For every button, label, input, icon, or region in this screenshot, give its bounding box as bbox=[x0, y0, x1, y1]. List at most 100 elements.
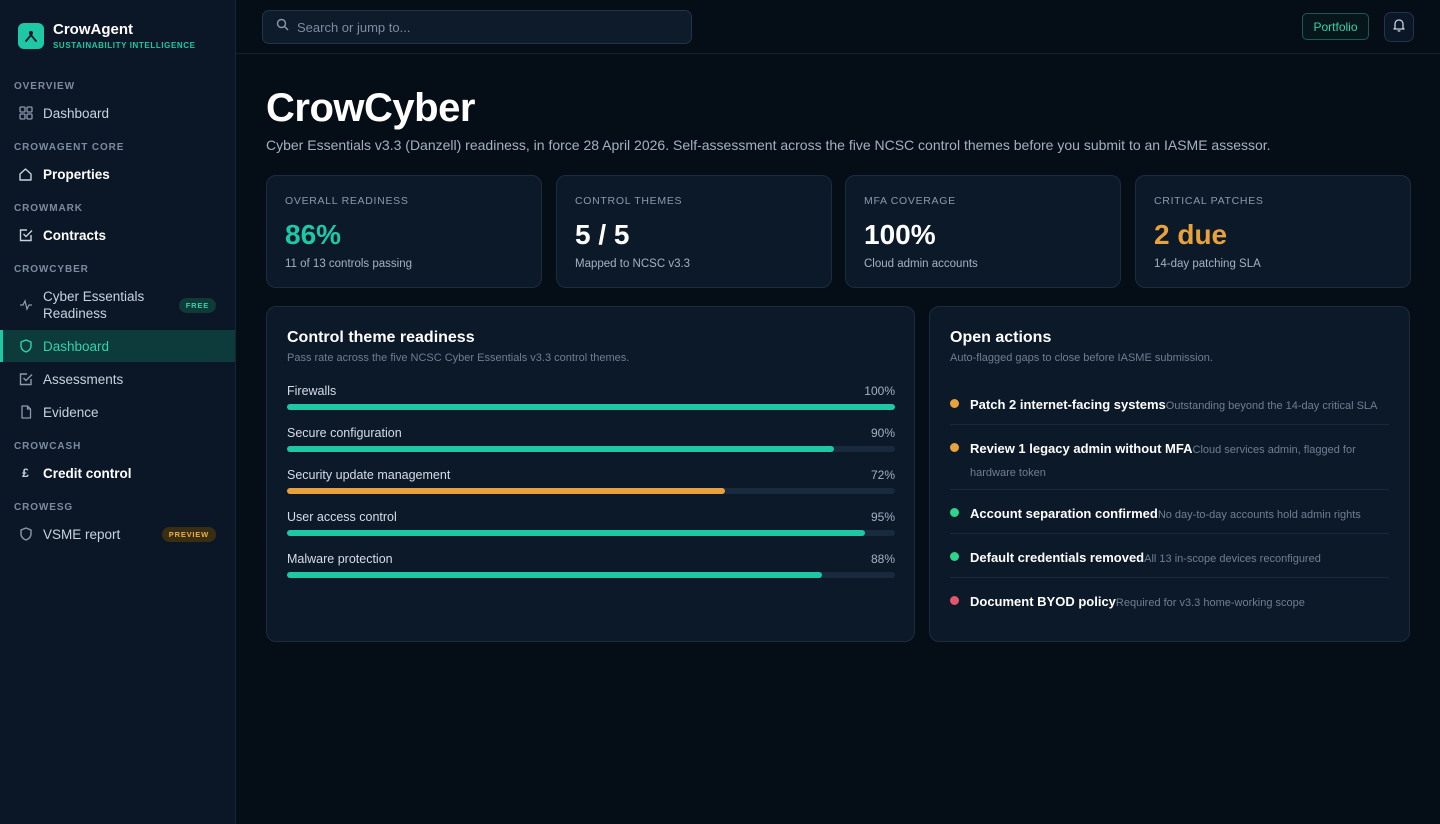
progress-fill bbox=[287, 530, 865, 536]
sidebar-item-properties[interactable]: Properties bbox=[0, 158, 235, 190]
sidebar-item-label: Credit control bbox=[43, 465, 132, 481]
kpi-label: MFA COVERAGE bbox=[864, 195, 956, 207]
status-dot bbox=[950, 399, 959, 408]
action-title: Review 1 legacy admin without MFA bbox=[970, 441, 1193, 456]
kpi-value: 2 due bbox=[1154, 219, 1228, 250]
kpi-card-overall-readiness: OVERALL READINESS 86% 11 of 13 controls … bbox=[266, 175, 542, 288]
theme-bar-row: Malware protection 88% bbox=[287, 552, 895, 582]
action-item[interactable]: Default credentials removedAll 13 in-sco… bbox=[950, 547, 1389, 578]
theme-bar-row: Firewalls 100% bbox=[287, 384, 895, 414]
kpi-subtext: 11 of 13 controls passing bbox=[285, 258, 413, 270]
notifications-button[interactable] bbox=[1384, 12, 1414, 42]
progress-track bbox=[287, 572, 895, 578]
theme-percent: 72% bbox=[870, 468, 895, 482]
kpi-subtext: Mapped to NCSC v3.3 bbox=[575, 258, 691, 270]
kpi-value: 86% bbox=[285, 219, 342, 250]
kpi-card-critical-patches: CRITICAL PATCHES 2 due 14-day patching S… bbox=[1135, 175, 1411, 288]
theme-label: Firewalls bbox=[287, 384, 337, 398]
theme-percent: 100% bbox=[864, 384, 895, 398]
nav-section-crowmark: CROWMARK bbox=[14, 203, 83, 214]
kpi-subtext: 14-day patching SLA bbox=[1154, 258, 1261, 270]
free-badge: FREE bbox=[178, 297, 216, 313]
progress-fill bbox=[287, 446, 835, 452]
progress-fill bbox=[287, 488, 725, 494]
page-subtitle: Cyber Essentials v3.3 (Danzell) readines… bbox=[266, 137, 1271, 153]
sidebar-item-label: Properties bbox=[43, 166, 110, 182]
theme-percent: 95% bbox=[870, 510, 895, 524]
action-item[interactable]: Account separation confirmedNo day-to-da… bbox=[950, 503, 1389, 534]
progress-track bbox=[287, 488, 895, 494]
sidebar-item-label: Cyber Essentials Readiness bbox=[43, 289, 145, 321]
action-description: No day-to-day accounts hold admin rights bbox=[1157, 509, 1361, 521]
action-item[interactable]: Patch 2 internet-facing systemsOutstandi… bbox=[950, 394, 1389, 425]
kpi-label: OVERALL READINESS bbox=[285, 195, 409, 207]
theme-label: Security update management bbox=[287, 468, 451, 482]
sparkle-icon bbox=[18, 298, 33, 313]
nav-section-overview: OVERVIEW bbox=[14, 81, 75, 92]
action-description: All 13 in-scope devices reconfigured bbox=[1144, 553, 1321, 565]
checkbox-icon bbox=[18, 228, 33, 243]
kpi-label: CRITICAL PATCHES bbox=[1154, 195, 1264, 207]
kpi-label: CONTROL THEMES bbox=[575, 195, 683, 207]
bell-icon bbox=[1392, 18, 1406, 37]
action-title: Patch 2 internet-facing systems bbox=[970, 397, 1166, 412]
theme-bar-row: Secure configuration 90% bbox=[287, 426, 895, 456]
theme-percent: 88% bbox=[870, 552, 895, 566]
search-input[interactable] bbox=[297, 19, 677, 35]
sidebar-item-evidence[interactable]: Evidence bbox=[0, 396, 235, 428]
sidebar-item-cyber-dashboard[interactable]: Dashboard bbox=[0, 330, 235, 362]
progress-fill bbox=[287, 404, 895, 410]
sidebar-item-label: Assessments bbox=[43, 371, 124, 387]
open-actions-panel: Open actions Auto-flagged gaps to close … bbox=[929, 306, 1410, 642]
theme-bar-row: User access control 95% bbox=[287, 510, 895, 540]
kpi-card-mfa-coverage: MFA COVERAGE 100% Cloud admin accounts bbox=[845, 175, 1121, 288]
sidebar-item-credit-control[interactable]: £ Credit control bbox=[0, 457, 235, 489]
sidebar-item-label: Contracts bbox=[43, 227, 107, 243]
sidebar-item-label: Evidence bbox=[43, 404, 99, 420]
kpi-value: 5 / 5 bbox=[575, 219, 630, 250]
action-description: Required for v3.3 home-working scope bbox=[1115, 597, 1305, 609]
sidebar-item-label: Dashboard bbox=[43, 338, 110, 354]
progress-track bbox=[287, 446, 895, 452]
search-icon bbox=[276, 18, 289, 36]
crow-logo-icon bbox=[18, 23, 44, 49]
status-dot bbox=[950, 508, 959, 517]
nav-section-crowesg: CROWESG bbox=[14, 502, 74, 513]
action-item[interactable]: Document BYOD policyRequired for v3.3 ho… bbox=[950, 591, 1389, 622]
status-dot bbox=[950, 443, 959, 452]
sidebar-item-dashboard[interactable]: Dashboard bbox=[0, 97, 235, 129]
topbar: Portfolio bbox=[236, 0, 1440, 54]
sidebar-item-assessments[interactable]: Assessments bbox=[0, 363, 235, 395]
progress-track bbox=[287, 404, 895, 410]
kpi-value: 100% bbox=[864, 219, 936, 250]
kpi-card-control-themes: CONTROL THEMES 5 / 5 Mapped to NCSC v3.3 bbox=[556, 175, 832, 288]
grid-icon bbox=[18, 106, 33, 121]
pound-icon: £ bbox=[22, 466, 29, 480]
sidebar-item-contracts[interactable]: Contracts bbox=[0, 219, 235, 251]
nav-section-crowcyber: CROWCYBER bbox=[14, 264, 89, 275]
progress-track bbox=[287, 530, 895, 536]
nav-section-crowagent-core: CROWAGENT CORE bbox=[14, 142, 125, 153]
portfolio-button[interactable]: Portfolio bbox=[1302, 13, 1369, 40]
preview-badge: PREVIEW bbox=[161, 526, 216, 542]
panel-title: Open actions bbox=[950, 329, 1052, 346]
document-icon bbox=[18, 405, 33, 420]
kpi-subtext: Cloud admin accounts bbox=[864, 258, 978, 270]
brand[interactable]: CrowAgent SUSTAINABILITY INTELLIGENCE bbox=[18, 21, 196, 51]
sidebar-item-cyber-essentials-readiness[interactable]: Cyber Essentials Readiness FREE bbox=[0, 286, 235, 324]
shield-icon bbox=[18, 339, 33, 354]
sidebar-item-label: VSME report bbox=[43, 526, 121, 542]
status-dot bbox=[950, 552, 959, 561]
checkbox-icon bbox=[18, 372, 33, 387]
action-title: Document BYOD policy bbox=[970, 594, 1116, 609]
panel-title: Control theme readiness bbox=[287, 329, 475, 346]
panel-subtitle: Pass rate across the five NCSC Cyber Ess… bbox=[287, 352, 630, 364]
search-box[interactable] bbox=[262, 10, 692, 44]
home-icon bbox=[18, 167, 33, 182]
sidebar-item-vsme-report[interactable]: VSME report PREVIEW bbox=[0, 518, 235, 550]
action-item[interactable]: Review 1 legacy admin without MFACloud s… bbox=[950, 438, 1389, 490]
sidebar: CrowAgent SUSTAINABILITY INTELLIGENCE OV… bbox=[0, 0, 236, 824]
nav-section-crowcash: CROWCASH bbox=[14, 441, 82, 452]
action-title: Account separation confirmed bbox=[970, 506, 1158, 521]
action-title: Default credentials removed bbox=[970, 550, 1145, 565]
